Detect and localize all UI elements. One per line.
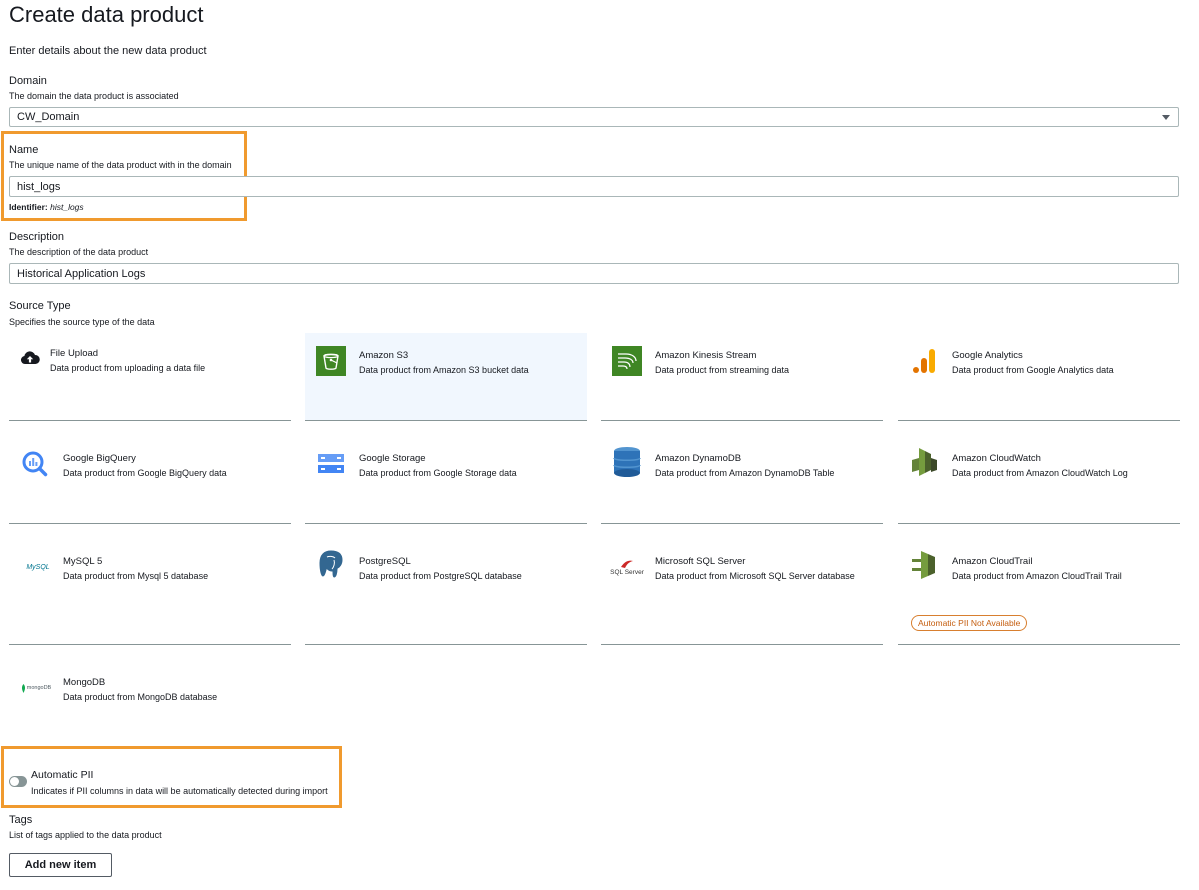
- description-input[interactable]: [9, 263, 1179, 284]
- domain-label: Domain: [9, 75, 47, 87]
- name-input[interactable]: [9, 176, 1179, 197]
- source-card-mysql-5[interactable]: MySQL MySQL 5 Data product from Mysql 5 …: [9, 539, 291, 645]
- card-title: Google Analytics: [952, 350, 1023, 361]
- google-analytics-icon: [909, 346, 939, 376]
- card-description: Data product from MongoDB database: [63, 692, 218, 702]
- source-card-file-upload[interactable]: File Upload Data product from uploading …: [9, 333, 291, 421]
- source-type-label: Source Type: [9, 300, 71, 312]
- toggle-knob: [10, 777, 19, 786]
- card-description: Data product from Amazon DynamoDB Table: [655, 468, 835, 478]
- pii-not-available-badge: Automatic PII Not Available: [911, 615, 1028, 631]
- card-description: Data product from PostgreSQL database: [359, 571, 522, 581]
- description-label: Description: [9, 231, 65, 243]
- page-subtitle: Enter details about the new data product: [9, 45, 207, 57]
- automatic-pii-label: Automatic PII: [31, 769, 94, 781]
- card-title: Amazon DynamoDB: [655, 453, 742, 464]
- card-title: File Upload: [50, 348, 99, 359]
- card-description: Data product from streaming data: [655, 365, 790, 375]
- cloudwatch-icon: [909, 447, 939, 477]
- card-description: Data product from Google BigQuery data: [63, 468, 227, 478]
- card-title: Microsoft SQL Server: [655, 556, 746, 567]
- kinesis-icon: [612, 346, 642, 376]
- card-title: MongoDB: [63, 677, 106, 688]
- card-description: Data product from Microsoft SQL Server d…: [655, 571, 855, 581]
- card-title: Amazon CloudTrail: [952, 556, 1033, 567]
- name-description: The unique name of the data product with…: [9, 160, 232, 170]
- card-description: Data product from uploading a data file: [50, 363, 206, 373]
- google-storage-icon: [316, 449, 346, 479]
- cloudtrail-icon: [909, 550, 939, 580]
- source-card-amazon-cloudwatch[interactable]: Amazon CloudWatch Data product from Amaz…: [898, 436, 1180, 524]
- source-type-description: Specifies the source type of the data: [9, 317, 155, 327]
- bigquery-icon: [20, 449, 50, 479]
- name-label: Name: [9, 144, 39, 156]
- card-title: Google Storage: [359, 453, 426, 464]
- card-description: Data product from Google Storage data: [359, 468, 517, 478]
- card-title: Amazon Kinesis Stream: [655, 350, 757, 361]
- card-description: Data product from Amazon CloudTrail Trai…: [952, 571, 1122, 581]
- domain-select-value: CW_Domain: [17, 111, 80, 123]
- tags-label: Tags: [9, 814, 33, 826]
- card-title: Amazon S3: [359, 350, 409, 361]
- card-description: Data product from Amazon S3 bucket data: [359, 365, 529, 375]
- card-description: Data product from Google Analytics data: [952, 365, 1114, 375]
- identifier-value: hist_logs: [50, 202, 84, 212]
- domain-description: The domain the data product is associate…: [9, 91, 179, 101]
- source-card-google-storage[interactable]: Google Storage Data product from Google …: [305, 436, 587, 524]
- source-card-amazon-s3[interactable]: Amazon S3 Data product from Amazon S3 bu…: [305, 333, 587, 421]
- description-description: The description of the data product: [9, 247, 149, 257]
- source-card-postgresql[interactable]: PostgreSQL Data product from PostgreSQL …: [305, 539, 587, 645]
- name-identifier: Identifier: hist_logs: [9, 202, 84, 212]
- automatic-pii-description: Indicates if PII columns in data will be…: [31, 786, 328, 796]
- amazon-s3-icon: [316, 346, 346, 376]
- dynamodb-icon: [612, 447, 642, 477]
- source-card-microsoft-sql-server[interactable]: SQL Server Microsoft SQL Server Data pro…: [601, 539, 883, 645]
- page-title: Create data product: [9, 2, 204, 27]
- source-card-google-analytics[interactable]: Google Analytics Data product from Googl…: [898, 333, 1180, 421]
- card-title: PostgreSQL: [359, 556, 411, 567]
- automatic-pii-toggle[interactable]: [9, 776, 27, 787]
- card-description: Data product from Mysql 5 database: [63, 571, 209, 581]
- source-card-mongodb[interactable]: mongoDB MongoDB Data product from MongoD…: [9, 660, 291, 720]
- tags-description: List of tags applied to the data product: [9, 830, 162, 840]
- domain-select[interactable]: CW_Domain: [9, 107, 1179, 127]
- card-title: MySQL 5: [63, 556, 103, 567]
- identifier-label: Identifier:: [9, 202, 48, 212]
- sql-server-icon: SQL Server: [609, 552, 645, 582]
- add-new-item-button[interactable]: Add new item: [9, 853, 112, 877]
- postgresql-icon: [316, 549, 346, 579]
- card-description: Data product from Amazon CloudWatch Log: [952, 468, 1128, 478]
- mysql-icon: MySQL: [26, 563, 50, 571]
- cloud-upload-icon: [15, 343, 45, 373]
- source-card-amazon-cloudtrail[interactable]: Amazon CloudTrail Data product from Amaz…: [898, 539, 1180, 645]
- mongodb-icon: mongoDB: [18, 673, 54, 703]
- card-title: Amazon CloudWatch: [952, 453, 1041, 464]
- card-title: Google BigQuery: [63, 453, 136, 464]
- source-card-amazon-kinesis-stream[interactable]: Amazon Kinesis Stream Data product from …: [601, 333, 883, 421]
- chevron-down-icon: [1162, 115, 1170, 120]
- source-card-amazon-dynamodb[interactable]: Amazon DynamoDB Data product from Amazon…: [601, 436, 883, 524]
- source-card-google-bigquery[interactable]: Google BigQuery Data product from Google…: [9, 436, 291, 524]
